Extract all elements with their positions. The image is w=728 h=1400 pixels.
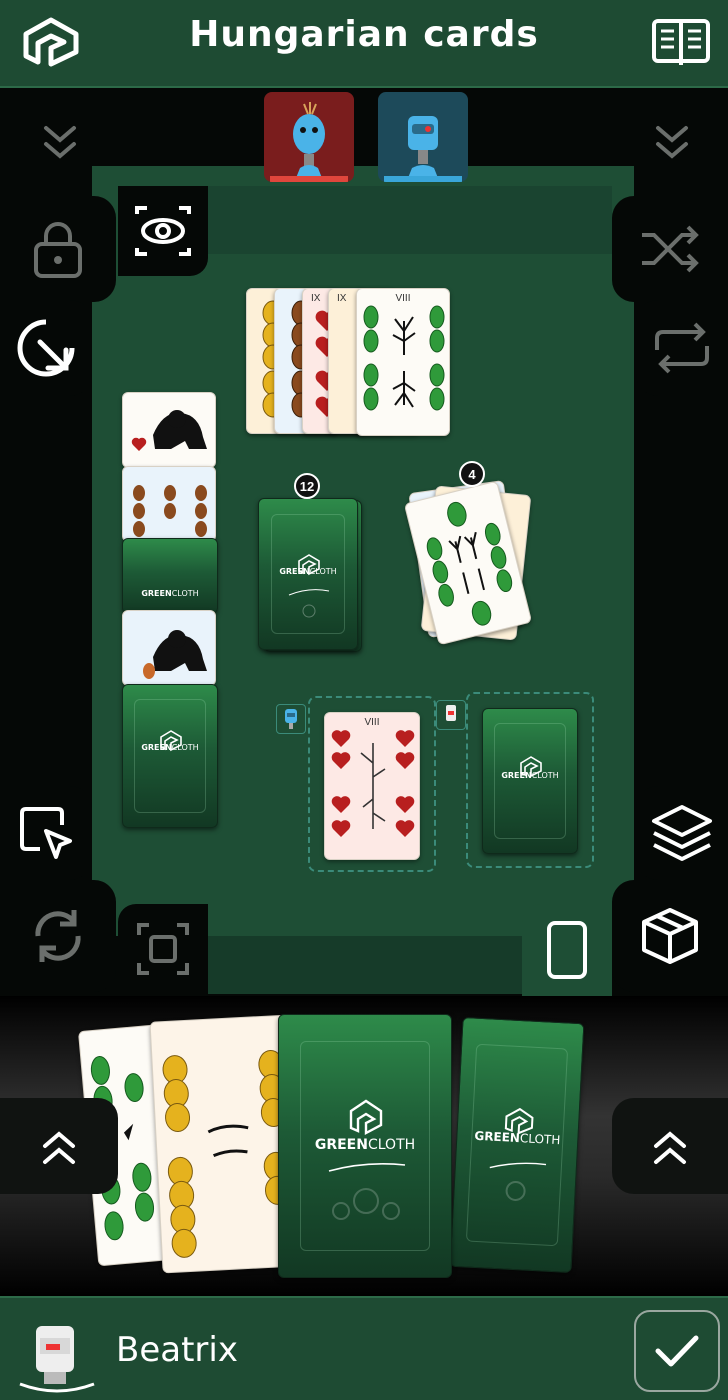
card-rank: IX xyxy=(311,293,321,304)
card-hearts-viii[interactable]: VIII xyxy=(324,712,420,860)
slot-owner-avatar xyxy=(436,700,466,730)
card-rank: IX xyxy=(337,293,347,304)
card-hearts-under[interactable] xyxy=(122,392,216,468)
book-icon[interactable] xyxy=(644,6,718,80)
robot-icon xyxy=(408,116,438,178)
card-back-stack-bottom[interactable]: GREENCLOTH xyxy=(122,684,218,828)
discard-pile-count: 4 xyxy=(459,461,485,487)
eye-icon xyxy=(135,206,191,256)
lock-icon xyxy=(34,222,82,278)
draw-pile[interactable]: GREENCLOTH xyxy=(258,498,358,650)
card-portrait-icon xyxy=(547,921,587,979)
hand-card-back-right[interactable]: GREENCLOTH xyxy=(449,1016,585,1274)
header: Hungarian cards xyxy=(0,0,728,88)
swap-icon xyxy=(655,322,709,374)
hand-card-back-center[interactable]: GREENCLOTH xyxy=(278,1014,452,1278)
collapse-down-icon[interactable] xyxy=(626,96,718,188)
rotate-icon xyxy=(17,319,75,377)
rotate-button[interactable] xyxy=(0,300,92,396)
confirm-button[interactable] xyxy=(634,1310,720,1392)
eye-button[interactable] xyxy=(118,186,208,276)
player-name: Beatrix xyxy=(116,1330,238,1370)
turn-indicator xyxy=(384,176,462,182)
refresh-button[interactable] xyxy=(0,880,116,992)
focus-button[interactable] xyxy=(118,904,208,994)
opponent-avatar-blue[interactable] xyxy=(378,92,468,182)
box-button[interactable] xyxy=(612,880,728,992)
swap-button[interactable] xyxy=(636,300,728,396)
layers-button[interactable] xyxy=(636,786,728,880)
avatar[interactable] xyxy=(14,1312,100,1394)
opponent-zone xyxy=(208,186,612,254)
card-back-stack[interactable]: GREENCLOTH xyxy=(122,538,218,614)
draw-pile-count: 12 xyxy=(294,473,320,499)
collapse-down-icon[interactable] xyxy=(14,96,106,188)
turn-indicator xyxy=(270,176,348,182)
slot-owner-avatar xyxy=(276,704,306,734)
player-hand: GREENCLOTH GREENCLOTH xyxy=(0,996,728,1296)
hand-scroll-up-right[interactable] xyxy=(612,1098,728,1194)
card-bells-under[interactable] xyxy=(122,466,216,542)
shuffle-icon xyxy=(642,225,699,273)
focus-icon xyxy=(137,923,189,975)
box-icon xyxy=(642,908,698,964)
check-icon xyxy=(655,1335,699,1367)
shuffle-button[interactable] xyxy=(612,196,728,302)
opponent-avatar-red[interactable] xyxy=(264,92,354,182)
collapse-up-icon xyxy=(654,1131,686,1164)
select-button[interactable] xyxy=(0,786,92,880)
own-slot[interactable]: GREENCLOTH xyxy=(466,692,594,868)
page-title: Hungarian cards xyxy=(189,14,539,55)
card-leaves-viii[interactable]: VIII xyxy=(356,288,450,436)
card-portrait-button[interactable] xyxy=(522,904,612,996)
hand-scroll-up-left[interactable] xyxy=(0,1098,118,1194)
blue-player-slot[interactable]: VIII xyxy=(308,696,436,872)
robot-icon xyxy=(19,1326,95,1393)
layers-icon xyxy=(652,805,712,861)
card-back-own-slot[interactable]: GREENCLOTH xyxy=(482,708,578,854)
card-bells-child[interactable] xyxy=(122,610,216,686)
robot-icon xyxy=(293,102,325,178)
refresh-icon xyxy=(35,910,81,962)
collapse-up-icon xyxy=(43,1131,75,1164)
player-bar: Beatrix xyxy=(0,1296,728,1400)
lock-button[interactable] xyxy=(0,196,116,302)
select-icon xyxy=(20,807,72,859)
